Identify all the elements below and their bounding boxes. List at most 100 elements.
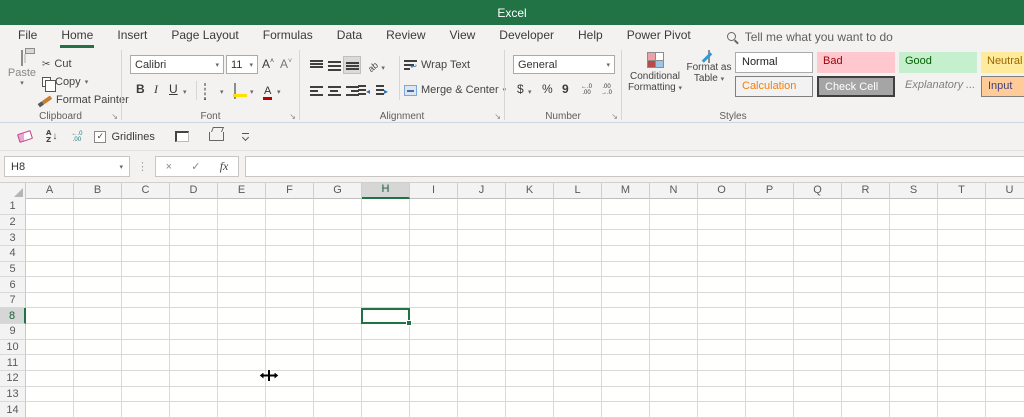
cell-J12[interactable] xyxy=(458,371,506,387)
cell-S13[interactable] xyxy=(890,386,938,403)
borders-dropdown-arrow[interactable]: ▾ xyxy=(220,88,224,96)
cell-T1[interactable] xyxy=(938,199,986,215)
cell-P12[interactable] xyxy=(746,371,794,387)
cell-T2[interactable] xyxy=(938,214,986,231)
cut-button[interactable]: ✂ Cut xyxy=(42,56,72,72)
cell-K3[interactable] xyxy=(506,230,554,246)
cell-S3[interactable] xyxy=(890,230,938,246)
cell-A10[interactable] xyxy=(26,339,74,356)
merge-center-button[interactable]: Merge & Center ▾ xyxy=(404,82,506,98)
row-header-1[interactable]: 1 xyxy=(0,199,26,215)
column-header-J[interactable]: J xyxy=(458,183,506,199)
cell-P2[interactable] xyxy=(746,214,794,231)
cell-C9[interactable] xyxy=(122,324,170,340)
font-color-button[interactable]: A xyxy=(263,83,273,100)
cell-A11[interactable] xyxy=(26,355,74,372)
cell-B10[interactable] xyxy=(74,339,122,356)
cell-I9[interactable] xyxy=(410,324,458,340)
cell-D4[interactable] xyxy=(170,245,218,262)
cell-style-neutral[interactable]: Neutral xyxy=(981,52,1024,73)
cell-U9[interactable] xyxy=(986,324,1024,340)
cell-R2[interactable] xyxy=(842,214,890,231)
cell-M10[interactable] xyxy=(602,339,650,356)
cell-P10[interactable] xyxy=(746,339,794,356)
cell-S5[interactable] xyxy=(890,261,938,278)
cell-M14[interactable] xyxy=(602,402,650,418)
column-header-U[interactable]: U xyxy=(986,183,1024,199)
cell-H11[interactable] xyxy=(362,355,410,372)
cell-O8[interactable] xyxy=(698,308,746,325)
row-header-14[interactable]: 14 xyxy=(0,402,26,418)
cell-S6[interactable] xyxy=(890,277,938,293)
cell-M7[interactable] xyxy=(602,292,650,309)
column-header-G[interactable]: G xyxy=(314,183,362,199)
column-header-P[interactable]: P xyxy=(746,183,794,199)
column-header-I[interactable]: I xyxy=(410,183,458,199)
cell-C4[interactable] xyxy=(122,245,170,262)
cell-L7[interactable] xyxy=(554,292,602,309)
cell-G9[interactable] xyxy=(314,324,362,340)
cell-style-input[interactable]: Input xyxy=(981,76,1024,97)
tab-view[interactable]: View xyxy=(438,25,488,48)
cell-I12[interactable] xyxy=(410,371,458,387)
grow-font-button[interactable]: A˄ xyxy=(262,57,274,71)
cell-Q13[interactable] xyxy=(794,386,842,403)
cell-H4[interactable] xyxy=(362,245,410,262)
cell-T9[interactable] xyxy=(938,324,986,340)
cell-E9[interactable] xyxy=(218,324,266,340)
cell-L9[interactable] xyxy=(554,324,602,340)
column-header-T[interactable]: T xyxy=(938,183,986,199)
cell-F5[interactable] xyxy=(266,261,314,278)
tellme-search[interactable]: Tell me what you want to do xyxy=(726,30,893,44)
alignment-dialog-launcher[interactable]: ↘ xyxy=(494,113,501,121)
cell-K14[interactable] xyxy=(506,402,554,418)
cell-K1[interactable] xyxy=(506,199,554,215)
cell-A9[interactable] xyxy=(26,324,74,340)
cell-B5[interactable] xyxy=(74,261,122,278)
cell-K6[interactable] xyxy=(506,277,554,293)
cell-G8[interactable] xyxy=(314,308,362,325)
fill-color-dropdown-arrow[interactable]: ▾ xyxy=(250,88,254,96)
cell-K9[interactable] xyxy=(506,324,554,340)
cell-I1[interactable] xyxy=(410,199,458,215)
wrap-text-button[interactable]: ↩ Wrap Text xyxy=(404,57,470,73)
cell-N11[interactable] xyxy=(650,355,698,372)
cell-I4[interactable] xyxy=(410,245,458,262)
number-format-combo[interactable]: General ▾ xyxy=(513,55,615,74)
cell-U1[interactable] xyxy=(986,199,1024,215)
cell-D3[interactable] xyxy=(170,230,218,246)
eraser-button[interactable] xyxy=(16,130,34,143)
cell-Q10[interactable] xyxy=(794,339,842,356)
column-header-L[interactable]: L xyxy=(554,183,602,199)
cell-S1[interactable] xyxy=(890,199,938,215)
cell-B4[interactable] xyxy=(74,245,122,262)
print-tray-button[interactable] xyxy=(208,132,224,141)
cell-R1[interactable] xyxy=(842,199,890,215)
tab-page-layout[interactable]: Page Layout xyxy=(159,25,250,48)
gridlines-checkbox[interactable]: ✓ Gridlines xyxy=(94,130,155,143)
cell-J6[interactable] xyxy=(458,277,506,293)
italic-button[interactable]: I xyxy=(154,82,158,97)
cell-I2[interactable] xyxy=(410,214,458,231)
comma-style-button[interactable]: 9 xyxy=(562,82,569,96)
cell-T13[interactable] xyxy=(938,386,986,403)
cell-Q12[interactable] xyxy=(794,371,842,387)
cell-H14[interactable] xyxy=(362,402,410,418)
cell-S12[interactable] xyxy=(890,371,938,387)
underline-dropdown-arrow[interactable]: ▾ xyxy=(183,88,187,96)
cell-J3[interactable] xyxy=(458,230,506,246)
cell-N9[interactable] xyxy=(650,324,698,340)
cell-H5[interactable] xyxy=(362,261,410,278)
cell-Q9[interactable] xyxy=(794,324,842,340)
cell-B2[interactable] xyxy=(74,214,122,231)
cell-D5[interactable] xyxy=(170,261,218,278)
cell-S4[interactable] xyxy=(890,245,938,262)
cell-L3[interactable] xyxy=(554,230,602,246)
cell-A14[interactable] xyxy=(26,402,74,418)
cell-Q6[interactable] xyxy=(794,277,842,293)
cell-G4[interactable] xyxy=(314,245,362,262)
cell-G11[interactable] xyxy=(314,355,362,372)
cell-L12[interactable] xyxy=(554,371,602,387)
cell-A1[interactable] xyxy=(26,199,74,215)
cell-Q7[interactable] xyxy=(794,292,842,309)
